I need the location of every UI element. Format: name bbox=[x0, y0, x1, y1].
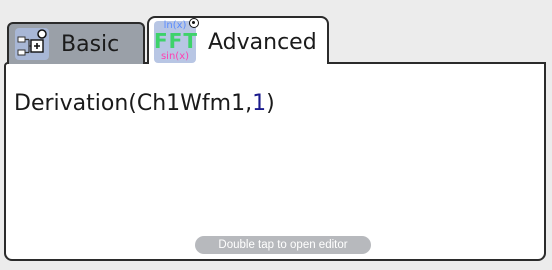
tab-basic-label: Basic bbox=[61, 31, 120, 57]
tab-advanced-label: Advanced bbox=[208, 29, 317, 55]
tab-advanced[interactable]: ln(x) FFT sin(x) Advanced bbox=[147, 16, 329, 70]
icon-text-sin: sin(x) bbox=[160, 51, 190, 62]
formula-number: 1 bbox=[252, 91, 267, 116]
formula-prefix: Derivation(Ch1Wfm1, bbox=[14, 91, 253, 116]
radio-dot-icon bbox=[189, 18, 199, 28]
formula-text: Derivation(Ch1Wfm1,1) bbox=[14, 91, 275, 116]
block-diagram-icon bbox=[15, 28, 49, 60]
open-editor-hint: Double tap to open editor bbox=[195, 236, 371, 254]
math-functions-icon: ln(x) FFT sin(x) bbox=[154, 18, 199, 63]
tab-basic[interactable]: Basic bbox=[7, 22, 145, 64]
icon-text-fft: FFT bbox=[154, 29, 198, 53]
formula-suffix: ) bbox=[266, 91, 275, 116]
